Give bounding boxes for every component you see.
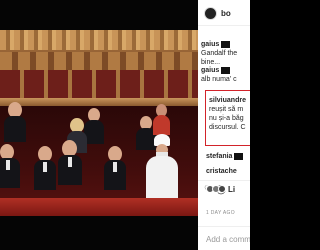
ceiling-decoration: [0, 30, 198, 50]
comment-username[interactable]: gaius: [201, 41, 219, 48]
balcony-rail: [0, 98, 198, 106]
comment-text: nu și-a băg: [209, 115, 244, 122]
add-comment-field[interactable]: Add a comm: [198, 226, 250, 250]
front-rail: [0, 198, 198, 216]
comment-text: reușit să m: [209, 106, 244, 113]
comment-username[interactable]: cristache: [206, 168, 237, 175]
comment-username[interactable]: stefania: [206, 153, 232, 160]
likes-summary[interactable]: Li: [228, 185, 235, 194]
theatre-boxes: [0, 70, 198, 98]
redacted-bar: [234, 152, 244, 160]
comment: stefania: [206, 152, 250, 161]
comment-text: discursul. C: [209, 124, 246, 131]
comment-text: alb numa' c: [201, 76, 237, 83]
opera-hall-photo: [0, 30, 198, 216]
comment: cristache: [206, 167, 250, 176]
post-date: 1 DAY AGO: [206, 210, 235, 216]
post-panel: bo gaius Gandalf the bine... gaius alb n…: [198, 0, 250, 250]
avatar: [218, 185, 226, 193]
redacted-bar: [221, 66, 231, 74]
comment: silviuandre reușit să m nu și-a băg disc…: [209, 96, 250, 132]
author-username[interactable]: bo: [221, 9, 231, 18]
comment: gaius Gandalf the bine...: [201, 40, 250, 67]
redacted-bar: [221, 40, 231, 48]
comment-username[interactable]: gaius: [201, 67, 219, 74]
add-comment-placeholder: Add a comm: [206, 235, 250, 244]
comment-text: Gandalf the: [201, 50, 238, 57]
upper-balcony: [0, 52, 198, 70]
comment-username[interactable]: silviuandre: [209, 96, 250, 105]
author-avatar[interactable]: [204, 7, 217, 20]
comment: gaius alb numa' c: [201, 66, 250, 84]
post-header: bo: [198, 0, 250, 26]
post-media[interactable]: [0, 0, 198, 250]
